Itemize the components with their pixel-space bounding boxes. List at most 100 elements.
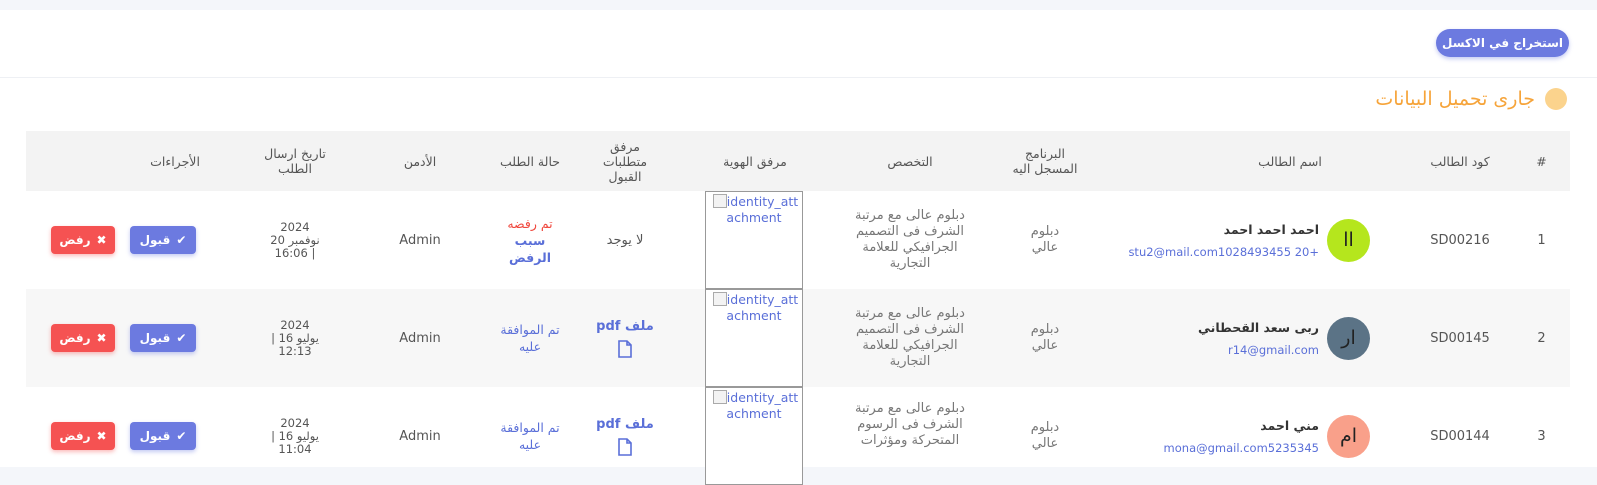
specialization: دبلوم عالى مع مرتبة الشرف فى الرسوم المت… [840,387,980,485]
check-icon: ✔ [176,429,187,443]
reject-button[interactable]: ✖ رفض [51,226,115,254]
student-name: مني احمد [1260,417,1319,433]
student-code: SD00144 [1430,428,1490,444]
broken-image-icon [712,390,727,404]
student-code: SD00216 [1430,232,1490,248]
program: دبلوم عالي [1010,289,1080,387]
check-icon: ✔ [176,233,187,247]
row-index: 2 [1537,330,1546,346]
date-year: 2024 [280,219,310,234]
pdf-link-label: ملف pdf [596,318,654,334]
accept-label: قبول [139,331,171,345]
loading-indicator: جارى تحميل البيانات [1375,82,1567,116]
student-cell: اا احمد احمد احمد stu2@mail.com102849345… [1128,191,1370,289]
file-icon [618,437,632,456]
program: دبلوم عالي [1010,387,1080,485]
student-cell: ار ربى سعد القحطاني r14@gmail.com [1198,289,1370,387]
avatar: ار [1327,316,1370,360]
loading-text: جارى تحميل البيانات [1375,88,1535,110]
student-name: ربى سعد القحطاني [1197,319,1319,335]
requirements: ملف pdf [590,387,660,485]
program: دبلوم عالي [1010,191,1080,289]
id-attachment-image[interactable]: identity_attachment [705,387,803,485]
students-table: # كود الطالب اسم الطالب البرنامج المسجل … [26,131,1570,485]
accept-label: قبول [139,233,171,247]
actions: ✖ رفض ✔ قبول [51,289,196,387]
page: استخراج في الاكسل جارى تحميل البيانات # … [0,10,1597,485]
broken-image-icon [712,194,727,208]
rejection-reason-link[interactable]: سبب الرفض [500,232,560,266]
table-row: 2 SD00145 ار ربى سعد القحطاني r14@gmail.… [26,289,1570,387]
specialization-text: دبلوم عالى مع مرتبة الشرف فى الرسوم المت… [855,401,965,448]
student-cell: ام مني احمد mona@gmail.com5235345 [1164,387,1370,485]
date-day: يوليو 16 | [271,428,319,443]
toolbar: استخراج في الاكسل [0,10,1597,78]
pdf-file-link[interactable]: ملف pdf [596,417,654,456]
program-text: دبلوم عالي [1030,420,1060,451]
header-date: تاريخ ارسال الطلب [264,146,326,176]
table-header: # كود الطالب اسم الطالب البرنامج المسجل … [26,131,1570,191]
student-email: r14@gmail.com [1227,342,1319,357]
header-specialization: التخصص [887,153,933,169]
program-text: دبلوم عالي [1030,322,1060,353]
date-year: 2024 [280,317,310,332]
accept-label: قبول [139,429,171,443]
specialization: دبلوم عالى مع مرتبة الشرف فى التصميم الج… [840,289,980,387]
reject-button[interactable]: ✖ رفض [51,324,115,352]
requirements: لا يوجد [606,232,644,248]
specialization: دبلوم عالى مع مرتبة الشرف فى التصميم الج… [840,191,980,289]
broken-image-icon [712,292,727,306]
header-code: كود الطالب [1430,153,1490,169]
id-attachment-alt: identity_attachment [726,194,799,225]
reject-label: رفض [59,331,91,345]
status-rejected: تم رفضه [507,215,553,231]
requirements: ملف pdf [590,289,660,387]
pdf-link-label: ملف pdf [596,416,654,432]
reject-label: رفض [59,429,91,443]
status-cell: تم الموافقة عليه [500,387,560,485]
header-actions: الأجراءات [150,153,200,169]
actions: ✖ رفض ✔ قبول [51,387,196,485]
close-icon: ✖ [96,233,107,247]
date-cell: 2024 يوليو 16 | 11:04 [260,387,330,485]
accept-button[interactable]: ✔ قبول [130,226,196,254]
header-index: # [1536,153,1547,169]
student-code: SD00145 [1430,330,1490,346]
row-index: 1 [1537,232,1546,248]
export-excel-button[interactable]: استخراج في الاكسل [1436,29,1569,57]
status-approved: تم الموافقة عليه [500,420,560,452]
header-program: البرنامج المسجل اليه [1012,146,1078,176]
actions: ✖ رفض ✔ قبول [51,191,196,289]
admin: Admin [399,232,441,248]
specialization-text: دبلوم عالى مع مرتبة الشرف فى التصميم الج… [855,208,965,271]
date-time: 11:04 [278,441,312,456]
admin: Admin [399,330,441,346]
accept-button[interactable]: ✔ قبول [130,324,196,352]
date-time: | 16:06 [274,245,316,260]
header-admin: الأدمن [403,153,437,169]
table-row: 3 SD00144 ام مني احمد mona@gmail.com5235… [26,387,1570,485]
id-attachment-alt: identity_attachment [726,390,799,421]
header-requirements: مرفق متطلبات القبول [602,138,648,184]
pdf-file-link[interactable]: ملف pdf [596,319,654,358]
admin: Admin [399,428,441,444]
reject-button[interactable]: ✖ رفض [51,422,115,450]
student-name: احمد احمد احمد [1223,221,1319,237]
date-day: نوفمبر 20 [270,232,320,247]
close-icon: ✖ [96,331,107,345]
id-attachment-image[interactable]: identity_attachment [705,289,803,387]
close-icon: ✖ [96,429,107,443]
student-email: stu2@mail.com1028493455 20+ [1128,244,1319,259]
accept-button[interactable]: ✔ قبول [130,422,196,450]
check-icon: ✔ [176,331,187,345]
avatar: اا [1327,218,1370,262]
avatar: ام [1327,414,1370,458]
date-time: 12:13 [278,343,312,358]
program-text: دبلوم عالي [1030,224,1060,255]
id-attachment-image[interactable]: identity_attachment [705,191,803,289]
status-cell: تم رفضه سبب الرفض [500,191,560,289]
header-id-attachment: مرفق الهوية [723,153,787,169]
status-cell: تم الموافقة عليه [500,289,560,387]
specialization-text: دبلوم عالى مع مرتبة الشرف فى التصميم الج… [855,306,965,369]
loading-dot-icon [1545,88,1567,110]
